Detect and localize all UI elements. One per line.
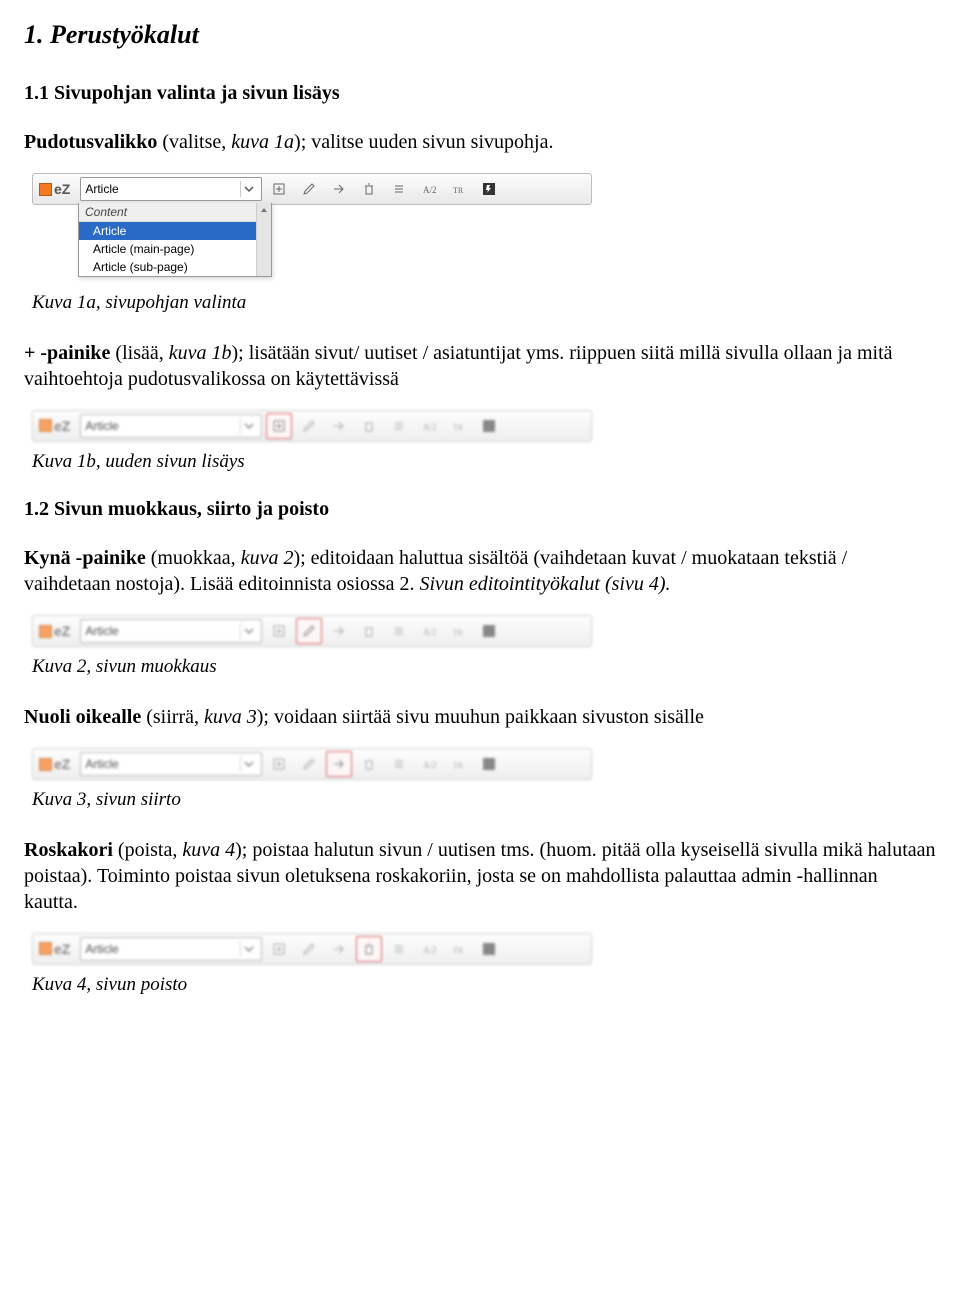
svg-text:A/2: A/2 [423,627,437,637]
svg-text:A/2: A/2 [423,422,437,432]
dropdown-scrollbar[interactable] [256,203,271,276]
add-button[interactable] [266,413,292,439]
edit-button[interactable] [296,751,322,777]
flash-button[interactable] [476,413,502,439]
delete-button[interactable] [356,936,382,962]
ez-logo: eZ [37,941,76,957]
translate-button[interactable]: A/2 [416,936,442,962]
section-1-1-heading: 1.1 Sivupohjan valinta ja sivun lisäys [24,82,936,105]
chevron-down-icon [240,418,257,434]
chevron-down-icon [240,181,257,197]
add-button[interactable] [266,751,292,777]
tr-button[interactable]: TR [446,751,472,777]
template-dropdown-panel: Content Article Article (main-page) Arti… [78,203,272,277]
translate-button[interactable]: A/2 [416,413,442,439]
move-button[interactable] [326,936,352,962]
flash-button[interactable] [476,176,502,202]
edit-button[interactable] [296,936,322,962]
svg-text:TR: TR [453,186,464,195]
translate-button[interactable]: A/2 [416,618,442,644]
dropdown-option[interactable]: Article (main-page) [79,240,271,258]
delete-button[interactable] [356,176,382,202]
svg-text:A/2: A/2 [423,760,437,770]
add-button[interactable] [266,176,292,202]
list-button[interactable] [386,618,412,644]
chevron-down-icon [240,941,257,957]
add-button[interactable] [266,618,292,644]
tr-button[interactable]: TR [446,618,472,644]
add-button[interactable] [266,936,292,962]
figure-1b: eZ Article A/2 TR [32,410,592,442]
svg-text:TR: TR [453,761,464,770]
svg-text:A/2: A/2 [423,185,437,195]
svg-text:TR: TR [453,946,464,955]
figure-1a: eZ Article A/2 TR Content Article Articl… [32,173,592,205]
dropdown-option[interactable]: Article [79,222,271,240]
template-select-value: Article [85,182,118,196]
chevron-down-icon [240,623,257,639]
ez-logo: eZ [37,623,76,639]
flash-button[interactable] [476,751,502,777]
template-select[interactable]: Article [80,752,262,776]
editor-toolbar: eZ Article A/2 TR [32,173,592,205]
delete-button[interactable] [356,413,382,439]
paragraph-edit: Kynä -painike (muokkaa, kuva 2); editoid… [24,545,936,597]
svg-text:A/2: A/2 [423,945,437,955]
svg-text:TR: TR [453,423,464,432]
edit-button[interactable] [296,176,322,202]
list-button[interactable] [386,751,412,777]
figure-2: eZ Article A/2 TR [32,615,592,647]
list-button[interactable] [386,176,412,202]
template-select[interactable]: Article [80,414,262,438]
caption-3: Kuva 3, sivun siirto [32,788,936,813]
edit-button[interactable] [296,618,322,644]
paragraph-plus-button: + -painike (lisää, kuva 1b); lisätään si… [24,340,936,392]
dropdown-group: Content [79,203,271,222]
move-button[interactable] [326,618,352,644]
page-title: 1. Perustyökalut [24,20,936,50]
tr-button[interactable]: TR [446,413,472,439]
svg-text:TR: TR [453,628,464,637]
list-button[interactable] [386,936,412,962]
template-select[interactable]: Article [80,619,262,643]
figure-3: eZ Article A/2 TR [32,748,592,780]
move-button[interactable] [326,176,352,202]
dropdown-option[interactable]: Article (sub-page) [79,258,271,276]
caption-1a: Kuva 1a, sivupohjan valinta [32,291,936,316]
ez-logo: eZ [37,756,76,772]
delete-button[interactable] [356,751,382,777]
chevron-down-icon [240,756,257,772]
caption-2: Kuva 2, sivun muokkaus [32,655,936,680]
paragraph-delete: Roskakori (poista, kuva 4); poistaa halu… [24,837,936,915]
paragraph-move: Nuoli oikealle (siirrä, kuva 3); voidaan… [24,704,936,730]
translate-button[interactable]: A/2 [416,176,442,202]
move-button[interactable] [326,413,352,439]
tr-button[interactable]: TR [446,176,472,202]
list-button[interactable] [386,413,412,439]
edit-button[interactable] [296,413,322,439]
flash-button[interactable] [476,618,502,644]
ez-logo: eZ [37,181,76,197]
caption-1b: Kuva 1b, uuden sivun lisäys [32,450,936,475]
translate-button[interactable]: A/2 [416,751,442,777]
paragraph-dropdown-intro: Pudotusvalikko (valitse, kuva 1a); valit… [24,129,936,155]
ez-logo: eZ [37,418,76,434]
move-button[interactable] [326,751,352,777]
caption-4: Kuva 4, sivun poisto [32,973,936,998]
section-1-2-heading: 1.2 Sivun muokkaus, siirto ja poisto [24,498,936,521]
template-select[interactable]: Article [80,177,262,201]
delete-button[interactable] [356,618,382,644]
template-select[interactable]: Article [80,937,262,961]
figure-4: eZ Article A/2 TR [32,933,592,965]
flash-button[interactable] [476,936,502,962]
tr-button[interactable]: TR [446,936,472,962]
